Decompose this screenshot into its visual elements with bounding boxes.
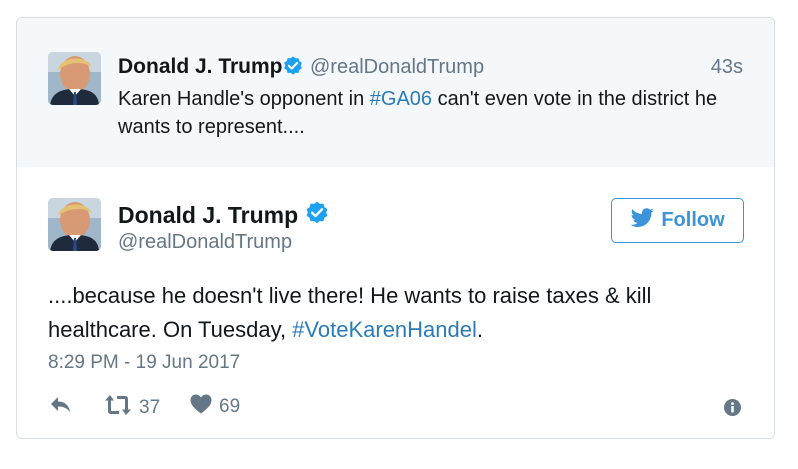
follow-button[interactable]: Follow <box>611 198 744 243</box>
hashtag-link[interactable]: #VoteKarenHandel <box>292 317 477 342</box>
follow-label: Follow <box>661 209 725 231</box>
retweet-count: 37 <box>139 396 161 418</box>
embedded-tweet-card: Donald J. Trump @realDonaldTrump 43s Kar… <box>16 17 775 439</box>
tweet-time[interactable]: 43s <box>711 56 743 79</box>
tweet-timestamp[interactable]: 8:29 PM - 19 Jun 2017 <box>48 352 240 374</box>
avatar[interactable] <box>48 52 101 105</box>
bird-icon <box>630 207 654 234</box>
author-name[interactable]: Donald J. Trump <box>118 202 298 229</box>
tweet-text: ....because he doesn't live there! He wa… <box>48 283 652 342</box>
reply-icon <box>48 394 72 419</box>
like-button[interactable]: 69 <box>190 394 240 419</box>
hashtag-link[interactable]: #GA06 <box>370 88 432 110</box>
like-count: 69 <box>219 395 241 417</box>
reply-button[interactable] <box>48 394 72 419</box>
retweet-icon <box>104 394 132 421</box>
tweet-text: Karen Handle's opponent in #GA06 can't e… <box>118 88 718 138</box>
verified-badge-icon <box>304 200 330 231</box>
author-name[interactable]: Donald J. Trump <box>118 55 283 79</box>
retweet-button[interactable]: 37 <box>104 394 160 421</box>
info-icon[interactable] <box>724 399 741 421</box>
avatar[interactable] <box>48 198 101 251</box>
author-handle[interactable]: @realDonaldTrump <box>118 231 292 254</box>
parent-tweet[interactable]: Donald J. Trump @realDonaldTrump 43s Kar… <box>17 18 774 167</box>
heart-icon <box>190 394 212 419</box>
verified-badge-icon <box>282 55 304 82</box>
author-handle[interactable]: @realDonaldTrump <box>310 56 484 79</box>
